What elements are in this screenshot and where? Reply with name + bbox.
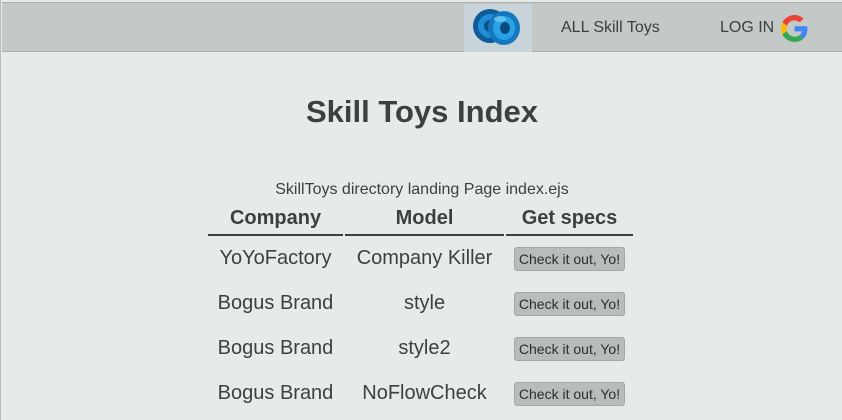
check-it-out-button[interactable]: Check it out, Yo!	[513, 336, 626, 361]
check-it-out-button[interactable]: Check it out, Yo!	[513, 381, 626, 406]
cell-company: YoYoFactory	[219, 247, 332, 269]
nav-all-skill-toys-link[interactable]: ALL Skill Toys	[561, 18, 660, 38]
cell-get-specs: Check it out, Yo!	[506, 281, 633, 326]
table-header-row: Company Model Get specs	[208, 202, 633, 236]
cell-model: style	[403, 292, 446, 314]
cell-company: Bogus Brand	[217, 337, 334, 359]
cell-get-specs: Check it out, Yo!	[506, 236, 633, 281]
check-it-out-button[interactable]: Check it out, Yo!	[513, 291, 626, 316]
cell-model: Company Killer	[356, 247, 493, 269]
yoyo-logo-icon	[464, 4, 532, 52]
table-row: YoYoFactory Company Killer Check it out,…	[208, 236, 633, 281]
page-subtitle: SkillToys directory landing Page index.e…	[275, 181, 569, 198]
google-icon[interactable]	[781, 15, 808, 42]
skill-toys-table: Company Model Get specs YoYoFactory Comp…	[206, 202, 635, 416]
header-model: Model	[345, 202, 504, 236]
cell-model: NoFlowCheck	[362, 382, 487, 404]
header-company: Company	[208, 202, 343, 236]
page-frame: ALL Skill Toys LOG IN Skill Toys Index S…	[0, 0, 842, 420]
cell-company: Bogus Brand	[217, 382, 334, 404]
page-title: Skill Toys Index	[305, 94, 538, 129]
header-get-specs: Get specs	[506, 202, 633, 236]
check-it-out-button[interactable]: Check it out, Yo!	[513, 246, 626, 271]
table-row: Bogus Brand style Check it out, Yo!	[208, 281, 633, 326]
table-row: Bogus Brand style2 Check it out, Yo!	[208, 326, 633, 371]
table-row: Bogus Brand NoFlowCheck Check it out, Yo…	[208, 371, 633, 416]
cell-get-specs: Check it out, Yo!	[506, 371, 633, 416]
cell-get-specs: Check it out, Yo!	[506, 326, 633, 371]
nav-login-link[interactable]: LOG IN	[720, 18, 774, 38]
cell-company: Bogus Brand	[217, 292, 334, 314]
yoyo-logo[interactable]	[464, 4, 532, 52]
top-nav: ALL Skill Toys LOG IN	[2, 2, 842, 52]
cell-model: style2	[398, 337, 451, 359]
